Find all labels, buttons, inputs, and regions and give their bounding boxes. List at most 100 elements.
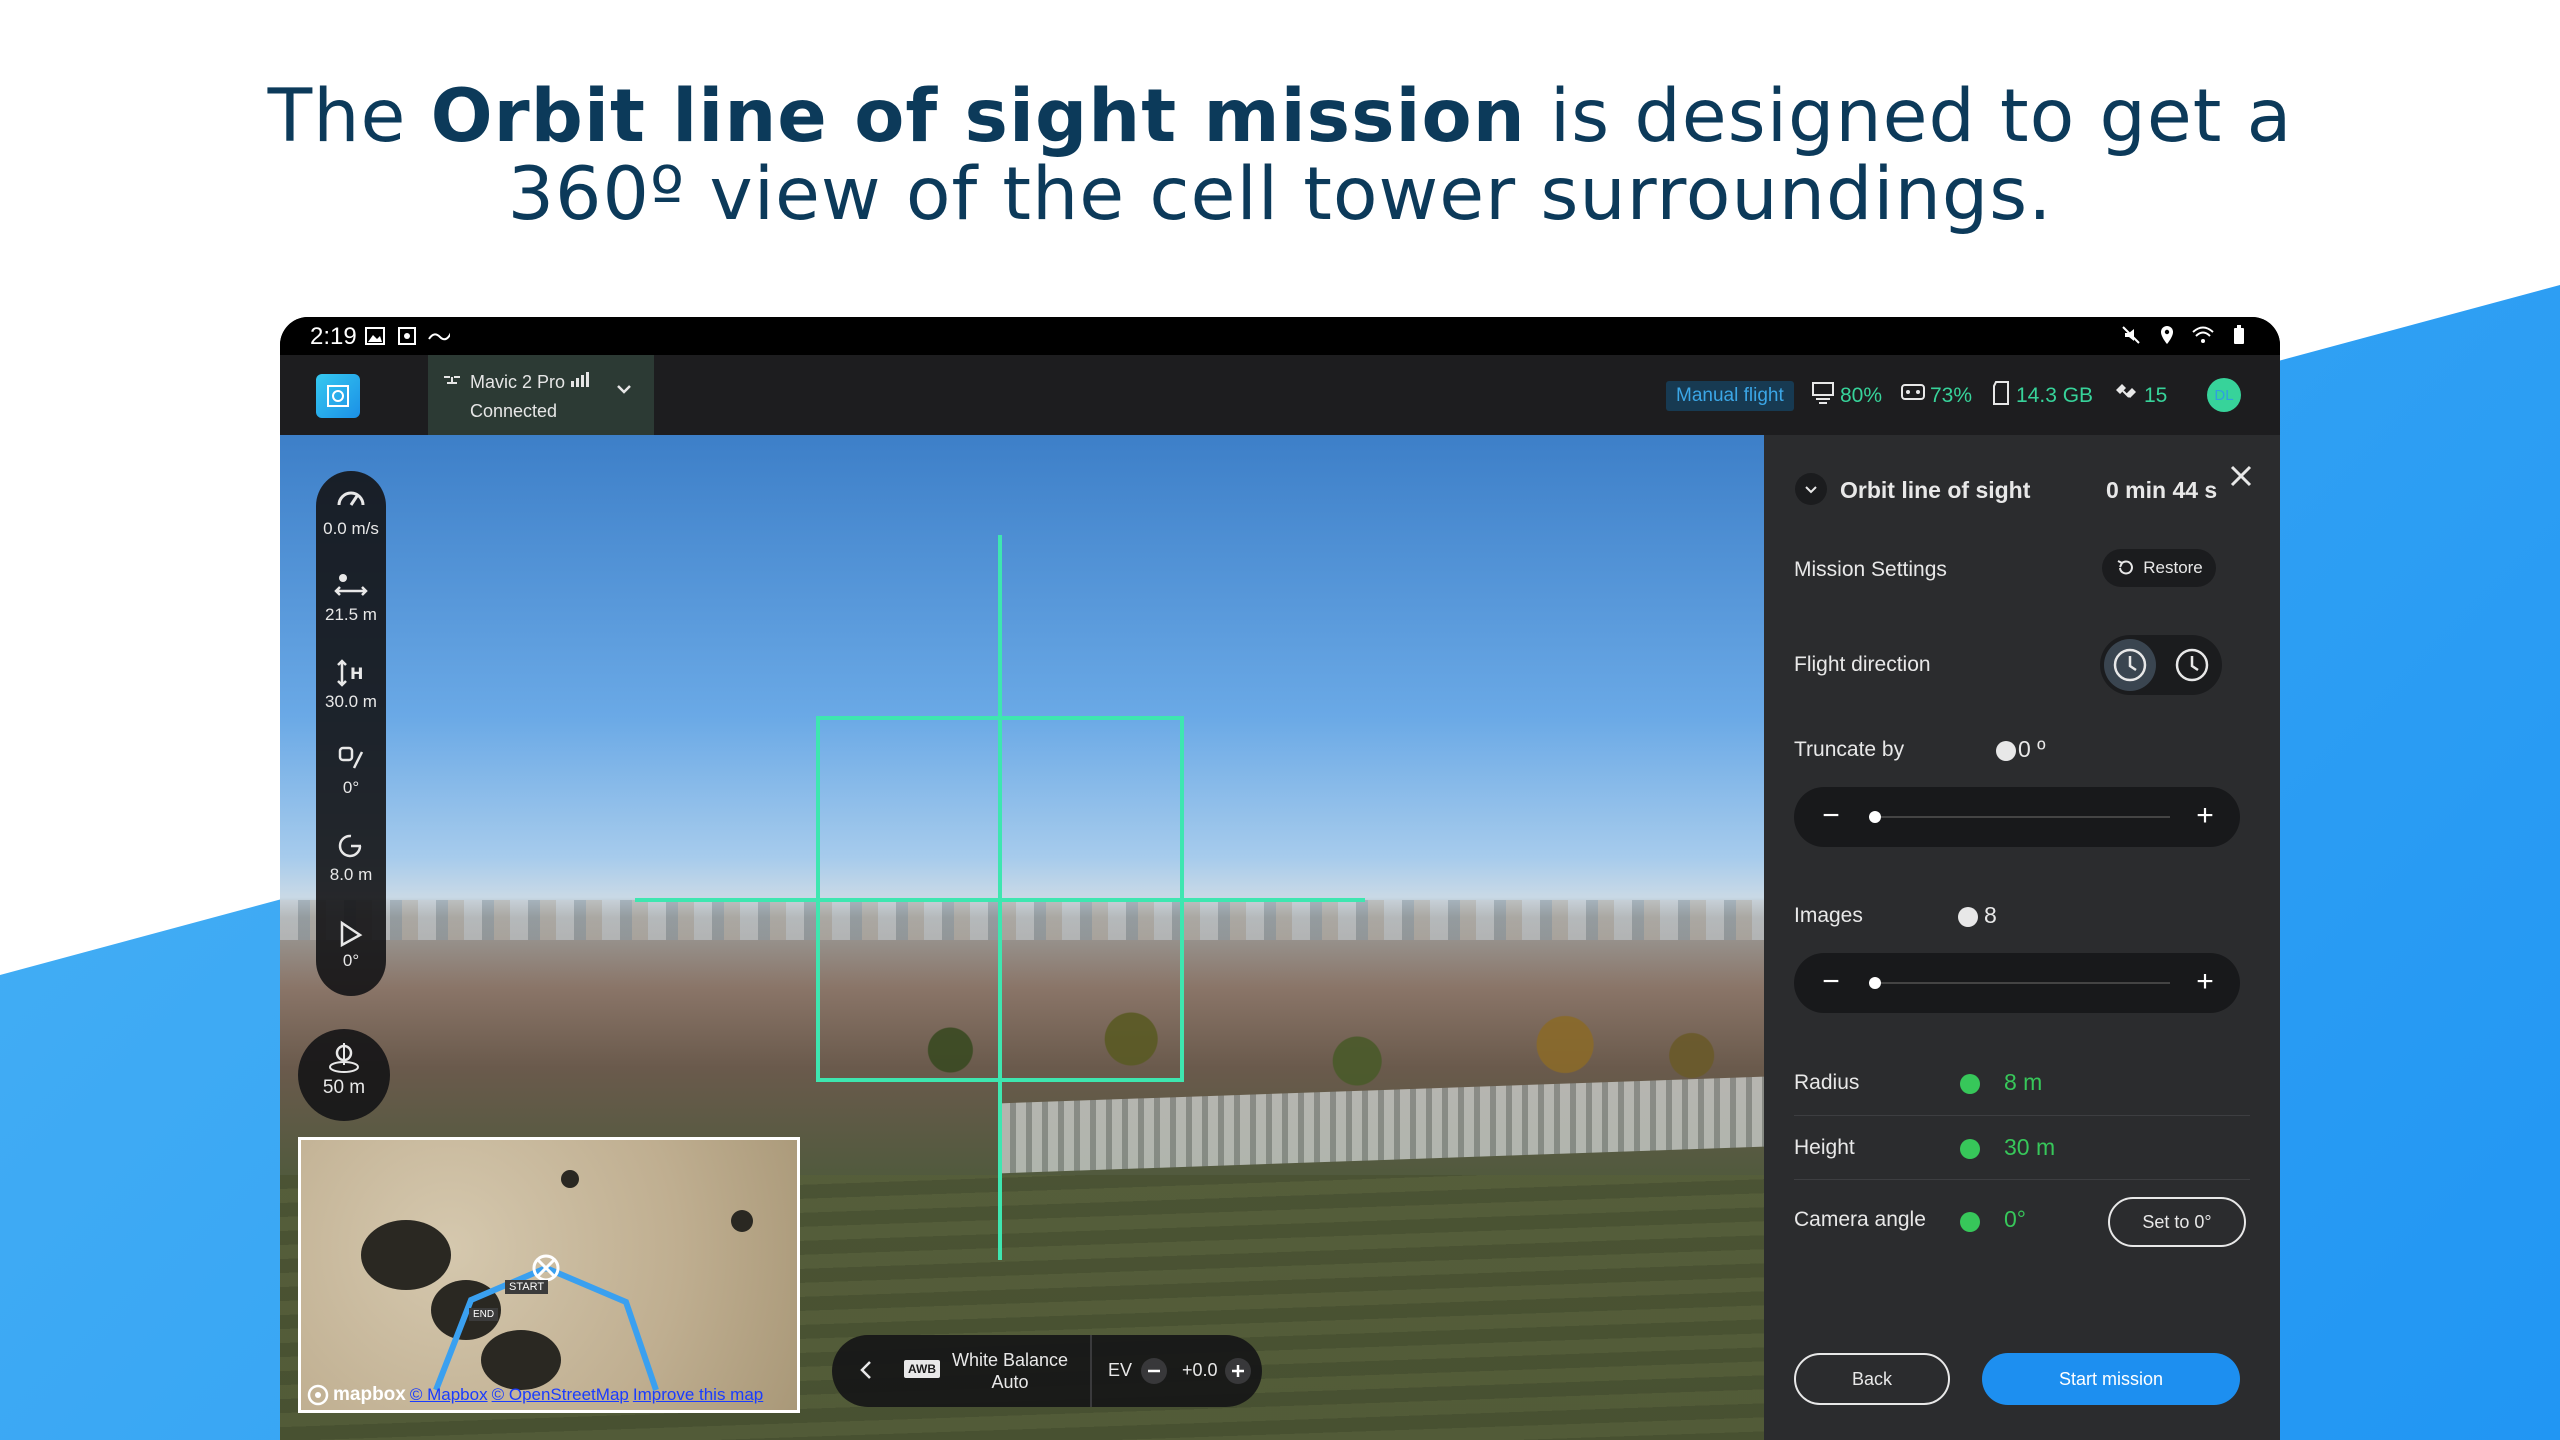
truncate-label: Truncate by — [1794, 738, 1905, 761]
images-label: Images — [1794, 904, 1863, 927]
status-time: 2:19 — [310, 323, 357, 350]
headline-pre: The — [267, 74, 431, 159]
drone-status: Connected — [470, 401, 558, 421]
divider — [1794, 1179, 2250, 1180]
counterclockwise-icon — [2175, 648, 2209, 682]
close-icon[interactable] — [2228, 463, 2254, 494]
remote-controller-icon — [1900, 380, 1926, 412]
headline-bold: Orbit line of sight mission — [430, 74, 1526, 159]
truncate-slider[interactable]: − + — [1794, 787, 2240, 847]
height-readout: H 30.0 m — [316, 658, 386, 712]
orbit-path — [433, 1254, 659, 1392]
mapbox-link[interactable]: © Mapbox — [410, 1385, 488, 1405]
counterclockwise-button[interactable] — [2166, 639, 2218, 691]
home-point-icon — [329, 1043, 359, 1073]
osm-link[interactable]: © OpenStreetMap — [492, 1385, 629, 1405]
location-icon — [2156, 324, 2178, 346]
chevron-down-icon — [614, 379, 634, 404]
home-distance-value: 50 m — [322, 1077, 366, 1098]
ev-minus-button[interactable] — [1140, 1357, 1168, 1390]
start-marker: START — [505, 1280, 549, 1294]
radius-value: 8.0 m — [329, 865, 373, 884]
telemetry-column: 0.0 m/s 21.5 m H 30.0 m 0° 8.0 m 0° — [316, 471, 386, 996]
camera-angle-status-dot — [1960, 1212, 1980, 1232]
white-balance-label: White Balance — [951, 1350, 1069, 1370]
home-distance-button[interactable]: 50 m — [298, 1029, 390, 1121]
ev-plus-button[interactable] — [1224, 1357, 1252, 1390]
camera-angle-label: Camera angle — [1794, 1208, 1926, 1231]
images-plus-button[interactable]: + — [2188, 966, 2222, 1000]
height-icon: H — [337, 659, 363, 687]
improve-map-link[interactable]: Improve this map — [633, 1385, 763, 1405]
orbit-radius-icon — [338, 834, 362, 858]
images-minus-button[interactable]: − — [1814, 966, 1848, 1000]
speedometer-icon — [337, 491, 365, 506]
truncate-plus-button[interactable]: + — [2188, 800, 2222, 834]
minimap[interactable]: START END mapbox © Mapbox © OpenStreetMa… — [298, 1137, 800, 1413]
mission-settings-label: Mission Settings — [1794, 558, 1947, 581]
wifi-icon — [2192, 324, 2214, 346]
drone-name: Mavic 2 Pro — [470, 372, 566, 392]
images-indicator — [1958, 907, 1978, 927]
end-marker: END — [469, 1308, 499, 1321]
speed-readout: 0.0 m/s — [316, 485, 386, 539]
slider-thumb[interactable] — [1869, 811, 1881, 823]
images-value: 8 — [1984, 902, 1997, 928]
signal-icon — [570, 371, 590, 392]
chevron-left-icon[interactable] — [856, 1357, 876, 1388]
status-bar: 2:19 — [280, 317, 2280, 355]
gimbal-readout: 0° — [316, 744, 386, 798]
aircraft-battery-icon — [1810, 380, 1836, 412]
truncate-minus-button[interactable]: − — [1814, 800, 1848, 834]
clockwise-icon — [2113, 648, 2147, 682]
app-toolbar: Mavic 2 Pro Connected Manual flight 80% … — [280, 355, 2280, 435]
avatar[interactable]: DL — [2207, 378, 2241, 412]
speed-value: 0.0 m/s — [323, 519, 379, 538]
height-value: 30 m — [2004, 1134, 2056, 1160]
mapbox-logo-icon — [307, 1384, 329, 1406]
clockwise-button[interactable] — [2104, 639, 2156, 691]
back-button[interactable]: Back — [1794, 1353, 1950, 1405]
drone-selector[interactable]: Mavic 2 Pro Connected — [428, 355, 654, 435]
heading-readout: 0° — [316, 917, 386, 971]
mission-panel: Orbit line of sight 0 min 44 s Mission S… — [1764, 435, 2280, 1440]
satellites: 15 — [2112, 380, 2167, 412]
restore-label: Restore — [2143, 558, 2203, 577]
set-to-zero-button[interactable]: Set to 0° — [2108, 1197, 2246, 1247]
flight-mode-badge: Manual flight — [1666, 381, 1794, 411]
headline-post: is designed to get a — [1525, 74, 2293, 159]
map-attribution: mapbox © Mapbox © OpenStreetMap Improve … — [307, 1384, 763, 1406]
distance-readout: 21.5 m — [316, 571, 386, 625]
aircraft-battery-value: 80% — [1840, 384, 1883, 407]
drone-position-icon — [532, 1254, 560, 1282]
app-logo-button[interactable] — [316, 374, 360, 418]
slider-track — [1869, 816, 2170, 818]
camera-angle-value: 0° — [2004, 1206, 2026, 1232]
camera-settings-bar: AWB White Balance Auto EV +0.0 — [832, 1335, 1262, 1407]
height-label: Height — [1794, 1136, 1855, 1159]
images-slider[interactable]: − + — [1794, 953, 2240, 1013]
drone-link-icon — [428, 325, 450, 347]
ev-value: +0.0 — [1182, 1360, 1218, 1380]
mapbox-brand: mapbox — [333, 1384, 406, 1405]
divider — [1794, 1115, 2250, 1116]
storage: 14.3 GB — [1990, 380, 2093, 412]
restore-button[interactable]: Restore — [2102, 549, 2216, 587]
image-icon — [364, 325, 386, 347]
slider-thumb[interactable] — [1869, 977, 1881, 989]
gimbal-value: 0° — [342, 778, 360, 797]
flight-direction-toggle — [2100, 635, 2222, 695]
height-status-dot — [1960, 1139, 1980, 1159]
collapse-button[interactable] — [1794, 472, 1828, 511]
radius-value: 8 m — [2004, 1069, 2043, 1095]
start-mission-button[interactable]: Start mission — [1982, 1353, 2240, 1405]
radius-readout: 8.0 m — [316, 831, 386, 885]
distance-value: 21.5 m — [325, 605, 377, 624]
mission-duration: 0 min 44 s — [2106, 477, 2218, 503]
gimbal-angle-icon — [338, 746, 364, 769]
drone-icon — [442, 374, 462, 393]
camera-view[interactable]: 0.0 m/s 21.5 m H 30.0 m 0° 8.0 m 0° 50 m… — [280, 435, 1764, 1440]
ev-label: EV — [1108, 1360, 1133, 1380]
white-balance-button[interactable]: White Balance Auto — [950, 1349, 1070, 1393]
radius-status-dot — [1960, 1074, 1980, 1094]
